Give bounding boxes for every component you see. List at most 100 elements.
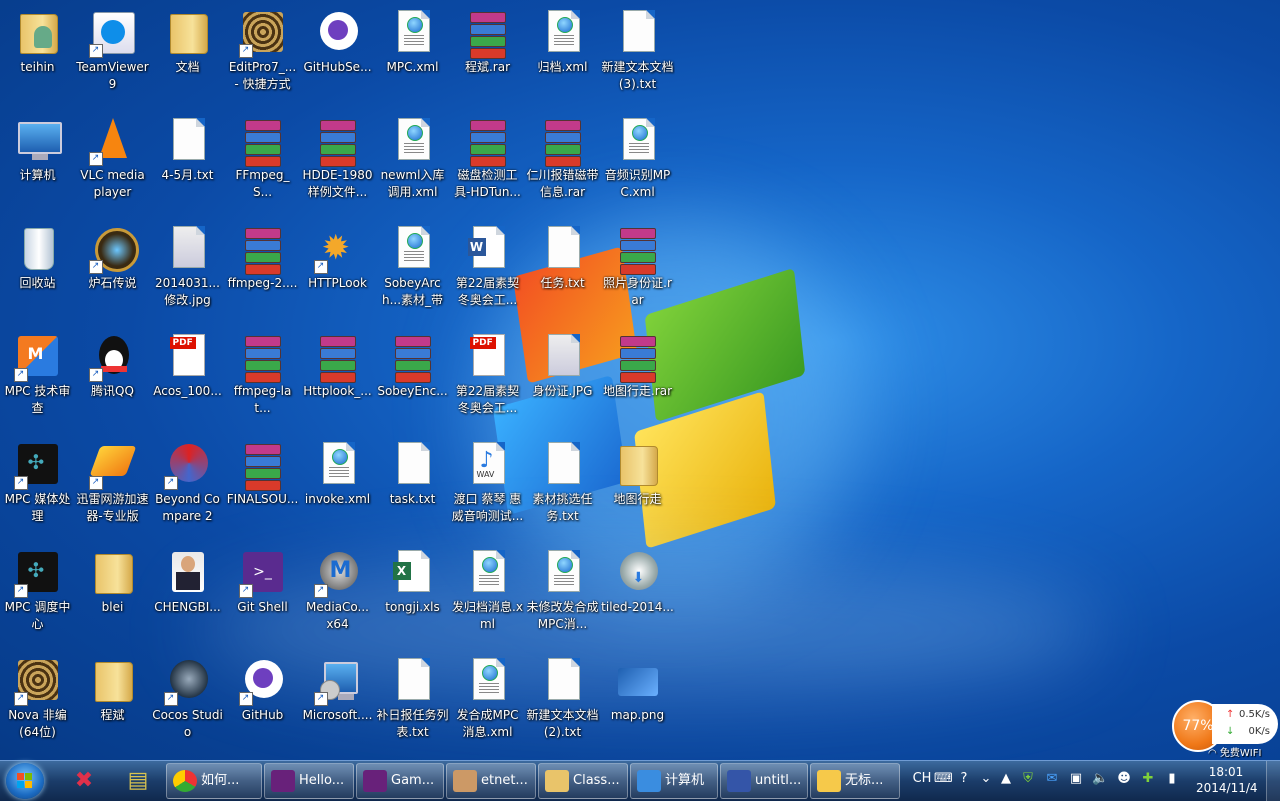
desktop-icon[interactable]: 发归档消息.xml — [450, 542, 525, 650]
qq-tray-icon[interactable]: ☻ — [1116, 771, 1132, 787]
desktop-icon[interactable]: teihin — [0, 2, 75, 110]
desktop-icon[interactable]: task.txt — [375, 434, 450, 542]
desktop-icon[interactable]: ↗ 炉石传说 — [75, 218, 150, 326]
desktop-icon[interactable]: 计算机 — [0, 110, 75, 218]
desktop-icon[interactable]: 磁盘检测工具-HDTun... — [450, 110, 525, 218]
desktop-icon[interactable]: 补日报任务列表.txt — [375, 650, 450, 758]
desktop-icon[interactable]: ↗ TeamViewer 9 — [75, 2, 150, 110]
desktop-icon[interactable]: newml入库调用.xml — [375, 110, 450, 218]
desktop-icon[interactable]: 新建文本文档 (2).txt — [525, 650, 600, 758]
desktop-icon[interactable]: blei — [75, 542, 150, 650]
desktop-icon[interactable]: >_ ↗ Git Shell — [225, 542, 300, 650]
desktop-icon[interactable]: ♪ WAV 渡口 蔡琴 惠威音响测试... — [450, 434, 525, 542]
desktop-icon[interactable]: MPC.xml — [375, 2, 450, 110]
desktop-icon[interactable]: 程斌.rar — [450, 2, 525, 110]
desktop-icon[interactable]: ✣ ↗ MPC 调度中心 — [0, 542, 75, 650]
ime-indicator[interactable]: CH — [912, 771, 932, 787]
desktop-icon[interactable]: 地图行走 — [600, 434, 675, 542]
keyboard-icon[interactable]: ⌨ — [934, 771, 953, 787]
desktop-icon[interactable]: ffmpeg-lat... — [225, 326, 300, 434]
show-desktop-button[interactable] — [1266, 761, 1280, 801]
desktop-icon[interactable]: 发合成MPC消息.xml — [450, 650, 525, 758]
volume-icon[interactable]: 🔈 — [1092, 771, 1108, 787]
taskbar-button[interactable]: Gam... — [356, 763, 444, 799]
taskbar-button[interactable]: Hello... — [264, 763, 354, 799]
rar-archive-icon — [464, 116, 512, 167]
help-icon[interactable]: ? — [956, 771, 972, 787]
desktop-icon[interactable]: Xtongji.xls — [375, 542, 450, 650]
desktop-icon[interactable]: PDF Acos_100... — [150, 326, 225, 434]
desktop-icon[interactable]: ↗ 腾讯QQ — [75, 326, 150, 434]
system-clock[interactable]: 18:01 2014/11/4 — [1196, 764, 1258, 796]
desktop-icon[interactable]: ↗ Nova 非编 (64位) — [0, 650, 75, 758]
ime-options-icon[interactable]: ⌄ — [978, 771, 994, 787]
taskbar-button-label: 如何... — [201, 773, 240, 788]
desktop-icon[interactable]: ↗ VLC media player — [75, 110, 150, 218]
desktop-icon[interactable]: SobeyEnc... — [375, 326, 450, 434]
desktop-icon[interactable]: 身份证.JPG — [525, 326, 600, 434]
desktop-icon[interactable]: ↗ Microsoft.... — [300, 650, 375, 758]
taskbar-button[interactable]: Class... — [538, 763, 628, 799]
desktop-icon[interactable]: 程斌 — [75, 650, 150, 758]
network-speed-widget[interactable]: 77% ↑ 0.5K/s ↓ 0K/s ◠ 免费WIFI — [1172, 698, 1278, 760]
desktop-icon[interactable]: ↗ Cocos Studio — [150, 650, 225, 758]
desktop-icon-label: MPC 媒体处理 — [4, 492, 71, 523]
desktop-icon[interactable]: 2014031...修改.jpg — [150, 218, 225, 326]
desktop-icon[interactable]: FINALSOU... — [225, 434, 300, 542]
security-shield-icon[interactable]: ⛨ — [1020, 771, 1036, 787]
desktop-icon[interactable]: 照片身份证.rar — [600, 218, 675, 326]
desktop-icon[interactable]: map.png — [600, 650, 675, 758]
desktop-icon[interactable]: PDF 第22届素契冬奥会工... — [450, 326, 525, 434]
taskbar-button[interactable]: 计算机 — [630, 763, 718, 799]
show-hidden-icons[interactable]: ▲ — [998, 771, 1014, 787]
add-tray-icon[interactable]: ✚ — [1140, 771, 1156, 787]
desktop-icon[interactable]: ⬇ tiled-2014... — [600, 542, 675, 650]
desktop-icon-label: Beyond Compare 2 — [155, 492, 220, 523]
taskbar-button[interactable]: 如何... — [166, 763, 262, 799]
desktop-icon[interactable]: M ↗ MPC 技术审查 — [0, 326, 75, 434]
outlook-icon[interactable]: ✉ — [1044, 771, 1060, 787]
desktop-icon[interactable]: 4-5月.txt — [150, 110, 225, 218]
windows-logo-icon — [17, 773, 33, 789]
start-button[interactable] — [6, 763, 44, 799]
desktop-icon[interactable]: 地图行走.rar — [600, 326, 675, 434]
xmind-quicklaunch-icon[interactable]: ✖ — [64, 765, 104, 797]
desktop-icon[interactable]: ↗ EditPro7_... - 快捷方式 — [225, 2, 300, 110]
taskbar-button[interactable]: 无标... — [810, 763, 900, 799]
desktop-icon[interactable]: ↗ 迅雷网游加速器-专业版 — [75, 434, 150, 542]
desktop-icon[interactable]: W 第22届素契冬奥会工... — [450, 218, 525, 326]
desktop-icon[interactable]: CHENGBI... — [150, 542, 225, 650]
desktop-icon[interactable]: Httplook_... — [300, 326, 375, 434]
desktop-icon[interactable]: FFmpeg_S... — [225, 110, 300, 218]
desktop-icon[interactable]: GitHubSe... — [300, 2, 375, 110]
desktop-icon[interactable]: invoke.xml — [300, 434, 375, 542]
desktop-icon[interactable]: 仁川报错磁带信息.rar — [525, 110, 600, 218]
editpro-icon: ↗ — [238, 8, 287, 58]
desktop-icon[interactable]: ffmpeg-2.... — [225, 218, 300, 326]
taskbar-button-label: 无标... — [845, 773, 884, 788]
desktop-icon[interactable]: 任务.txt — [525, 218, 600, 326]
desktop-icon[interactable]: 未修改发合成MPC消... — [525, 542, 600, 650]
taskbar-button[interactable]: etnet... — [446, 763, 536, 799]
github-icon: ↗ — [238, 656, 287, 706]
folder-icon — [89, 656, 137, 704]
desktop-icon[interactable]: ↗ Beyond Compare 2 — [150, 434, 225, 542]
shortcut-arrow-icon: ↗ — [88, 368, 103, 382]
desktop-icon[interactable]: ✹ ↗ HTTPLook — [300, 218, 375, 326]
desktop-icon[interactable]: 新建文本文档 (3).txt — [600, 2, 675, 110]
desktop-icon-label: 仁川报错磁带信息.rar — [526, 168, 599, 199]
desktop-icon[interactable]: 音频识别MPC.xml — [600, 110, 675, 218]
desktop-icon[interactable]: 文档 — [150, 2, 225, 110]
desktop-icon[interactable]: 素材挑选任务.txt — [525, 434, 600, 542]
network-icon[interactable]: ▣ — [1068, 771, 1084, 787]
desktop-icon[interactable]: ✣ ↗ MPC 媒体处理 — [0, 434, 75, 542]
desktop-icon[interactable]: M ↗ MediaCo... x64 — [300, 542, 375, 650]
usb-device-icon[interactable]: ▮ — [1164, 771, 1180, 787]
desktop-icon[interactable]: HDDE-1980样例文件... — [300, 110, 375, 218]
desktop-icon[interactable]: SobeyArch...素材_带节... — [375, 218, 450, 326]
taskbar-button[interactable]: untitl... — [720, 763, 808, 799]
server-quicklaunch-icon[interactable]: ▤ — [118, 765, 158, 797]
desktop-icon[interactable]: 归档.xml — [525, 2, 600, 110]
desktop-icon[interactable]: ↗ GitHub — [225, 650, 300, 758]
desktop-icon[interactable]: 回收站 — [0, 218, 75, 326]
